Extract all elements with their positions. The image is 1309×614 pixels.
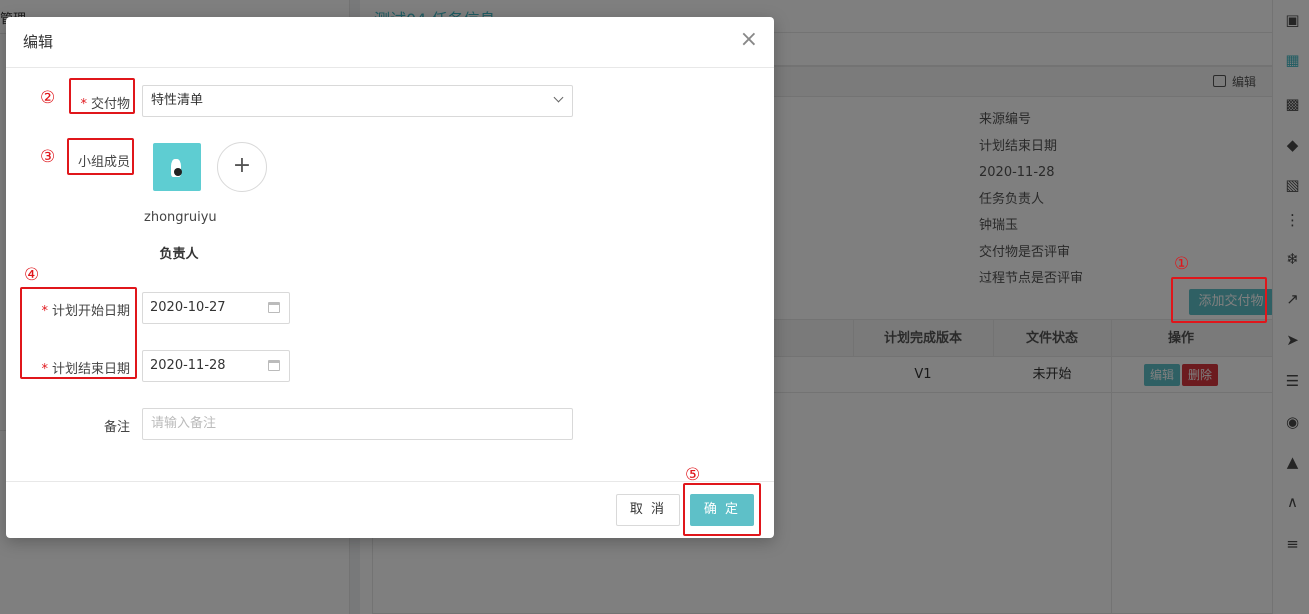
annotation-number-1: ① — [1174, 254, 1190, 274]
close-icon[interactable]: × — [740, 29, 758, 51]
calendar-icon — [268, 360, 280, 371]
annotation-number-4: ④ — [24, 265, 40, 285]
annotation-box-2 — [69, 78, 135, 114]
member-role: 负责人 — [159, 247, 199, 262]
deliverable-select-value: 特性清单 — [151, 93, 204, 108]
modal-header: 编辑 × — [6, 17, 774, 68]
annotation-box-5 — [683, 483, 761, 536]
deliverable-select[interactable]: 特性清单 — [142, 85, 573, 117]
modal-title: 编辑 — [23, 33, 54, 51]
annotation-box-1 — [1171, 277, 1267, 323]
annotation-number-3: ③ — [40, 147, 56, 167]
annotation-box-3 — [67, 138, 134, 175]
note-input[interactable]: 请输入备注 — [142, 408, 573, 440]
avatar — [153, 143, 201, 191]
member-name: zhongruiyu — [144, 210, 217, 225]
annotation-number-2: ② — [40, 88, 56, 108]
add-member-button[interactable]: + — [217, 142, 267, 192]
calendar-icon — [268, 302, 280, 313]
avatar-figure — [174, 168, 182, 176]
chevron-down-icon — [553, 92, 564, 103]
plan-end-date-value: 2020-11-28 — [150, 358, 226, 373]
edit-modal: 编辑 × * 交付物 特性清单 小组成员 + zhongruiyu 负责人 * 计划… — [6, 17, 774, 538]
plan-start-date-input[interactable]: 2020-10-27 — [142, 292, 290, 324]
annotation-box-4 — [20, 287, 137, 379]
plan-end-date-input[interactable]: 2020-11-28 — [142, 350, 290, 382]
plan-start-date-value: 2020-10-27 — [150, 300, 226, 315]
annotation-number-5: ⑤ — [685, 465, 701, 485]
cancel-button[interactable]: 取 消 — [616, 494, 680, 526]
note-label: 备注 — [103, 420, 130, 435]
